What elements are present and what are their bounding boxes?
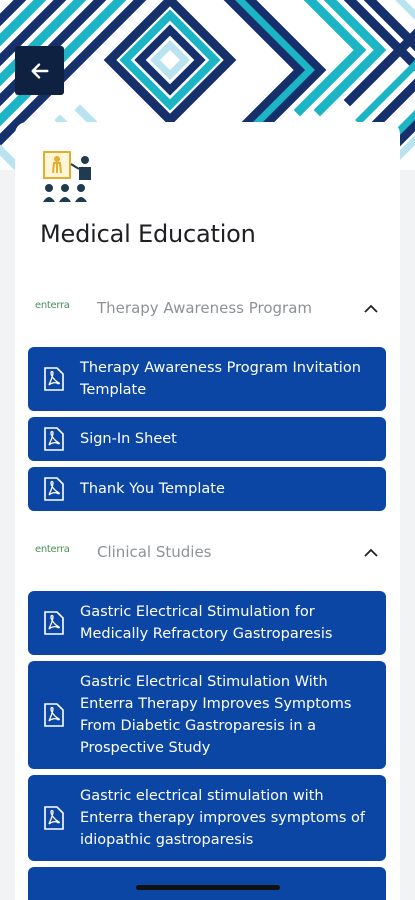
document-button-thank-you-template[interactable]: Thank You Template [28,467,386,511]
pdf-icon [44,367,64,391]
content-card: Medical Education enterra Therapy Awaren… [15,122,400,900]
document-button-partial[interactable] [28,867,386,900]
home-indicator [136,885,280,890]
enterra-logo: enterra [35,300,70,311]
pdf-icon [44,427,64,451]
pdf-icon [44,806,64,830]
back-button[interactable] [15,46,64,95]
pdf-icon [44,477,64,501]
page-title: Medical Education [40,220,256,248]
chevron-up-icon[interactable] [363,301,379,317]
document-button-clinical-study-2[interactable]: Gastric Electrical Stimulation With Ente… [28,661,386,769]
section-header-clinical-studies[interactable]: enterra Clinical Studies [15,533,400,573]
document-label: Gastric Electrical Stimulation With Ente… [80,674,352,756]
document-label: Gastric Electrical Stimulation for Medic… [80,604,333,642]
chevron-up-icon[interactable] [363,545,379,561]
document-button-clinical-study-3[interactable]: Gastric electrical stimulation with Ente… [28,775,386,861]
document-button-sign-in-sheet[interactable]: Sign-In Sheet [28,417,386,461]
section-header-therapy-awareness[interactable]: enterra Therapy Awareness Program [15,289,400,329]
document-button-invitation-template[interactable]: Therapy Awareness Program Invitation Tem… [28,347,386,411]
document-label: Gastric electrical stimulation with Ente… [80,788,365,848]
pdf-icon [44,611,64,635]
section-title: Therapy Awareness Program [97,299,313,317]
pdf-icon [44,703,64,727]
document-label: Thank You Template [80,481,225,497]
enterra-logo: enterra [35,544,70,555]
document-button-clinical-study-1[interactable]: Gastric Electrical Stimulation for Medic… [28,591,386,655]
document-label: Therapy Awareness Program Invitation Tem… [80,360,361,398]
medical-education-presenter-icon [43,151,91,202]
arrow-left-icon [30,62,49,79]
document-label: Sign-In Sheet [80,431,177,447]
section-title: Clinical Studies [97,543,212,561]
